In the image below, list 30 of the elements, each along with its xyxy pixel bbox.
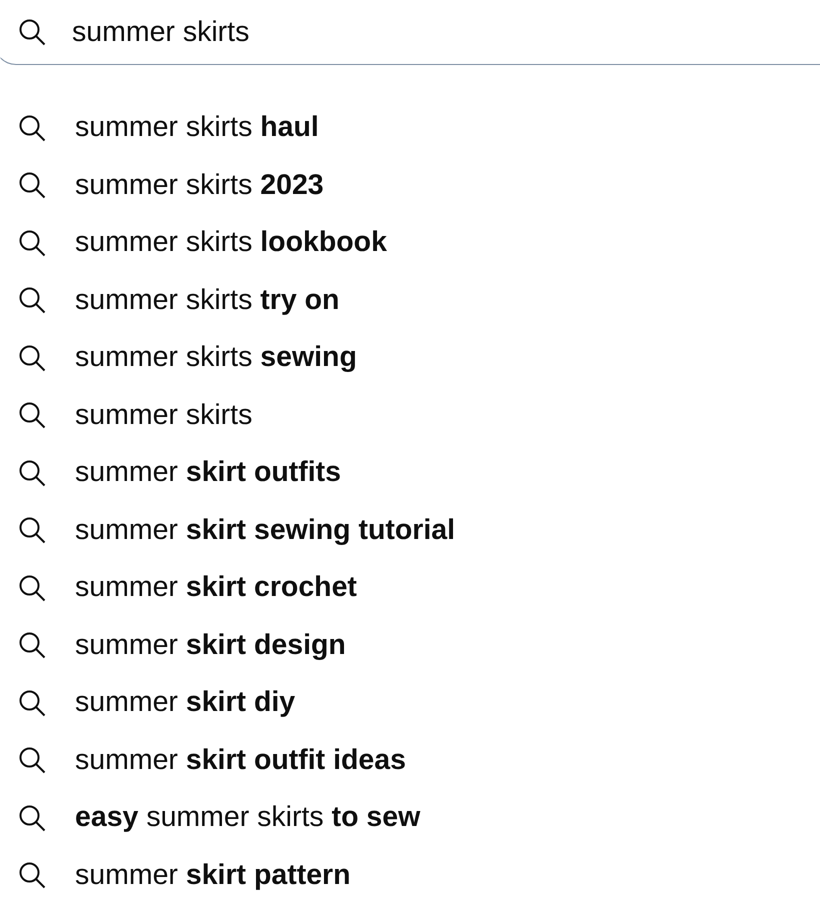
search-icon <box>18 18 46 46</box>
suggestion-item[interactable]: summer skirts lookbook <box>0 214 820 272</box>
suggestion-item[interactable]: easy summer skirts to sew <box>0 789 820 846</box>
search-icon <box>18 688 46 717</box>
suggestion-item[interactable]: summer skirt design <box>0 616 820 674</box>
search-icon <box>18 861 46 890</box>
suggestion-item[interactable]: summer skirts haul <box>0 99 820 156</box>
search-icon <box>18 171 46 200</box>
suggestion-item[interactable]: summer skirts try on <box>0 272 820 329</box>
search-icon <box>18 516 46 544</box>
search-icon <box>18 631 46 660</box>
suggestion-item[interactable]: summer skirt outfits <box>0 444 820 502</box>
search-field[interactable]: summer skirts <box>72 16 672 48</box>
search-icon <box>18 458 46 487</box>
search-icon <box>18 746 46 774</box>
suggestion-item[interactable]: summer skirts 2023 <box>0 156 820 214</box>
search-icon <box>18 401 46 430</box>
search-icon <box>18 114 46 142</box>
suggestion-item[interactable]: summer skirt outfit ideas <box>0 732 820 789</box>
search-icon <box>18 344 46 372</box>
suggestion-item[interactable]: summer skirt pattern <box>0 846 820 904</box>
suggestion-item[interactable]: summer skirts <box>0 386 820 444</box>
suggestion-item[interactable]: summer skirt sewing tutorial <box>0 502 820 559</box>
suggestion-item[interactable]: summer skirts sewing <box>0 329 820 386</box>
search-icon <box>18 804 46 832</box>
search-icon <box>18 286 46 314</box>
search-icon <box>18 574 46 602</box>
search-icon <box>18 228 46 257</box>
suggestion-item[interactable]: summer skirt diy <box>0 674 820 732</box>
suggestion-item[interactable]: summer skirt crochet <box>0 559 820 616</box>
